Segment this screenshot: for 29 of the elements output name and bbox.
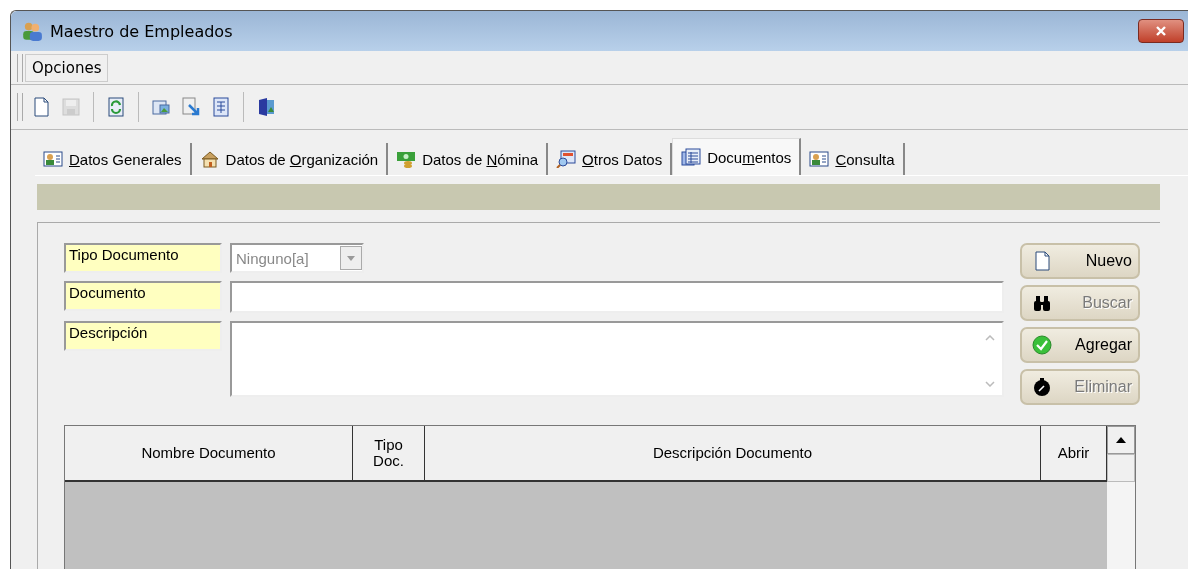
scrollbar[interactable] (1107, 426, 1135, 569)
action-button[interactable]: Nuevo (1020, 243, 1140, 279)
field-label: Documento (64, 281, 222, 311)
other-tab-icon (556, 150, 577, 168)
input-field[interactable] (230, 281, 1004, 313)
close-icon (1155, 26, 1167, 36)
text-area[interactable] (230, 321, 1004, 397)
menu-item[interactable]: Opciones (25, 53, 109, 82)
stopwatch-icon (1032, 377, 1052, 397)
scroll-down-icon[interactable] (985, 381, 995, 387)
field-label: Descripción (64, 321, 222, 351)
close-button[interactable] (1138, 19, 1184, 43)
checkmark-icon (1032, 335, 1052, 355)
scroll-up-icon[interactable] (1116, 437, 1126, 443)
dropdown-arrow-icon (347, 255, 355, 261)
payroll-tab-icon (396, 150, 417, 168)
document-icon (1032, 251, 1052, 271)
field-label: Tipo Documento (64, 243, 222, 273)
scroll-thumb[interactable] (1107, 454, 1135, 482)
documents-tab-icon (681, 148, 702, 166)
action-button[interactable]: Agregar (1020, 327, 1140, 363)
organization-tab-icon (199, 150, 220, 168)
window-title: Maestro de Empleados (50, 21, 234, 41)
binoculars-icon (1032, 293, 1052, 313)
users-icon (21, 20, 43, 42)
tab[interactable]: Documentos (672, 138, 802, 175)
document-type-dropdown[interactable]: Ninguno[a] (230, 243, 364, 273)
general-tab-icon (43, 150, 63, 168)
query-tab-icon (809, 150, 830, 168)
